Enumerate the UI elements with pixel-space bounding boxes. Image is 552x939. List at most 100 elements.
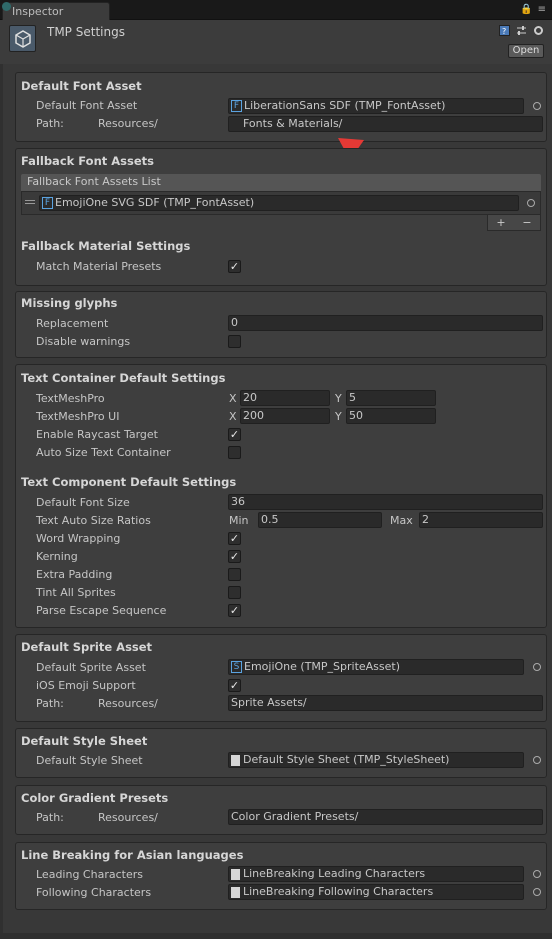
default-font-field[interactable]: F LiberationSans SDF (TMP_FontAsset) [228,98,524,114]
path-prefix: Resources/ [98,117,158,130]
object-picker-icon[interactable] [533,888,541,896]
fallback-item-field[interactable]: F EmojiOne SVG SDF (TMP_FontAsset) [39,195,519,211]
text-asset-icon [231,886,240,898]
auto-size-ratios-label: Text Auto Size Ratios [36,514,151,527]
sprite-asset-label: Default Sprite Asset [36,661,146,674]
font-asset-icon: F [42,197,53,209]
object-picker-icon[interactable] [533,663,541,671]
parse-escape-checkbox[interactable]: ✓ [228,604,241,617]
section-title-text-container: Text Container Default Settings [21,371,226,385]
fallback-item-value: EmojiOne SVG SDF (TMP_FontAsset) [55,196,255,209]
raycast-label: Enable Raycast Target [36,428,158,441]
sprite-path-label: Path: [36,697,64,710]
following-characters-label: Following Characters [36,886,152,899]
object-picker-icon[interactable] [527,199,535,207]
replacement-label: Replacement [36,317,109,330]
style-sheet-value: Default Style Sheet (TMP_StyleSheet) [243,753,450,766]
inspector-header: TMP Settings ? Open [0,20,552,64]
lock-icon[interactable]: 🔒 [520,4,532,15]
match-material-checkbox[interactable]: ✓ [228,260,241,273]
tab-inspector[interactable]: Inspector [2,2,110,20]
font-size-label: Default Font Size [36,496,130,509]
x-label: X [229,410,237,423]
header-buttons: ? [499,25,544,36]
section-title-line-breaking: Line Breaking for Asian languages [21,848,244,862]
tab-bar: Inspector 🔒 ≡ [0,0,552,20]
sprite-asset-value: EmojiOne (TMP_SpriteAsset) [244,660,401,673]
kerning-checkbox[interactable]: ✓ [228,550,241,563]
ios-emoji-checkbox[interactable]: ✓ [228,679,241,692]
y-label: Y [335,392,342,405]
gradient-path-field[interactable]: Color Gradient Presets/ [228,809,543,825]
y-label: Y [335,410,342,423]
leading-characters-label: Leading Characters [36,868,143,881]
tint-sprites-label: Tint All Sprites [36,586,116,599]
tab-label: Inspector [12,5,64,18]
drag-handle-icon[interactable] [25,200,35,204]
gear-icon[interactable] [533,25,544,36]
extra-padding-label: Extra Padding [36,568,113,581]
replacement-field[interactable]: 0 [228,315,543,331]
textmeshpro-ui-x-field[interactable]: 200 [240,408,330,424]
object-picker-icon[interactable] [533,102,541,110]
disable-warnings-label: Disable warnings [36,335,131,348]
following-characters-value: LineBreaking Following Characters [243,885,434,898]
textmeshpro-ui-label: TextMeshPro UI [36,410,120,423]
font-asset-icon: F [231,100,242,112]
section-title-style: Default Style Sheet [21,734,148,748]
max-ratio-field[interactable]: 2 [419,512,543,528]
preset-icon[interactable] [516,25,527,36]
help-icon[interactable]: ? [499,25,510,36]
textmeshpro-y-field[interactable]: 5 [346,390,436,406]
section-title-default-font: Default Font Asset [21,79,142,93]
raycast-checkbox[interactable]: ✓ [228,428,241,441]
sprite-path-prefix: Resources/ [98,697,158,710]
ios-emoji-label: iOS Emoji Support [36,679,136,692]
word-wrapping-checkbox[interactable]: ✓ [228,532,241,545]
min-ratio-field[interactable]: 0.5 [258,512,382,528]
section-title-missing: Missing glyphs [21,296,118,310]
kerning-label: Kerning [36,550,78,563]
list-footer: + − [487,215,541,231]
section-title-fallback: Fallback Font Assets [21,154,154,168]
sprite-asset-field[interactable]: S EmojiOne (TMP_SpriteAsset) [228,659,524,675]
autosize-container-checkbox[interactable] [228,446,241,459]
word-wrapping-label: Word Wrapping [36,532,121,545]
open-button[interactable]: Open [508,44,544,58]
textmeshpro-ui-y-field[interactable]: 50 [346,408,436,424]
tab-controls: 🔒 ≡ [520,4,546,15]
style-sheet-icon [231,754,240,766]
extra-padding-checkbox[interactable] [228,568,241,581]
gradient-path-label: Path: [36,811,64,824]
left-edge [0,64,3,934]
sprite-asset-icon: S [231,661,242,673]
path-label: Path: [36,117,64,130]
match-material-label: Match Material Presets [36,260,162,273]
gradient-path-prefix: Resources/ [98,811,158,824]
min-label: Min [229,514,249,527]
textmeshpro-label: TextMeshPro [36,392,105,405]
text-asset-icon [231,868,240,880]
textmeshpro-x-field[interactable]: 20 [240,390,330,406]
following-characters-field[interactable]: LineBreaking Following Characters [228,884,524,900]
parse-escape-label: Parse Escape Sequence [36,604,167,617]
section-title-sprite: Default Sprite Asset [21,640,153,654]
add-icon[interactable]: + [496,216,505,229]
disable-warnings-checkbox[interactable] [228,335,241,348]
section-title-gradient: Color Gradient Presets [21,791,169,805]
leading-characters-field[interactable]: LineBreaking Leading Characters [228,866,524,882]
section-title-text-component: Text Component Default Settings [21,475,237,489]
asset-title: TMP Settings [47,25,125,39]
max-label: Max [390,514,413,527]
object-picker-icon[interactable] [533,756,541,764]
remove-icon[interactable]: − [522,216,531,229]
font-size-field[interactable]: 36 [228,494,543,510]
object-picker-icon[interactable] [533,870,541,878]
menu-icon[interactable]: ≡ [538,4,546,15]
unity-asset-icon [9,25,36,52]
style-sheet-field[interactable]: Default Style Sheet (TMP_StyleSheet) [228,752,524,768]
default-font-value: LiberationSans SDF (TMP_FontAsset) [244,99,446,112]
style-sheet-label: Default Style Sheet [36,754,143,767]
tint-sprites-checkbox[interactable] [228,586,241,599]
sprite-path-field[interactable]: Sprite Assets/ [228,695,543,711]
